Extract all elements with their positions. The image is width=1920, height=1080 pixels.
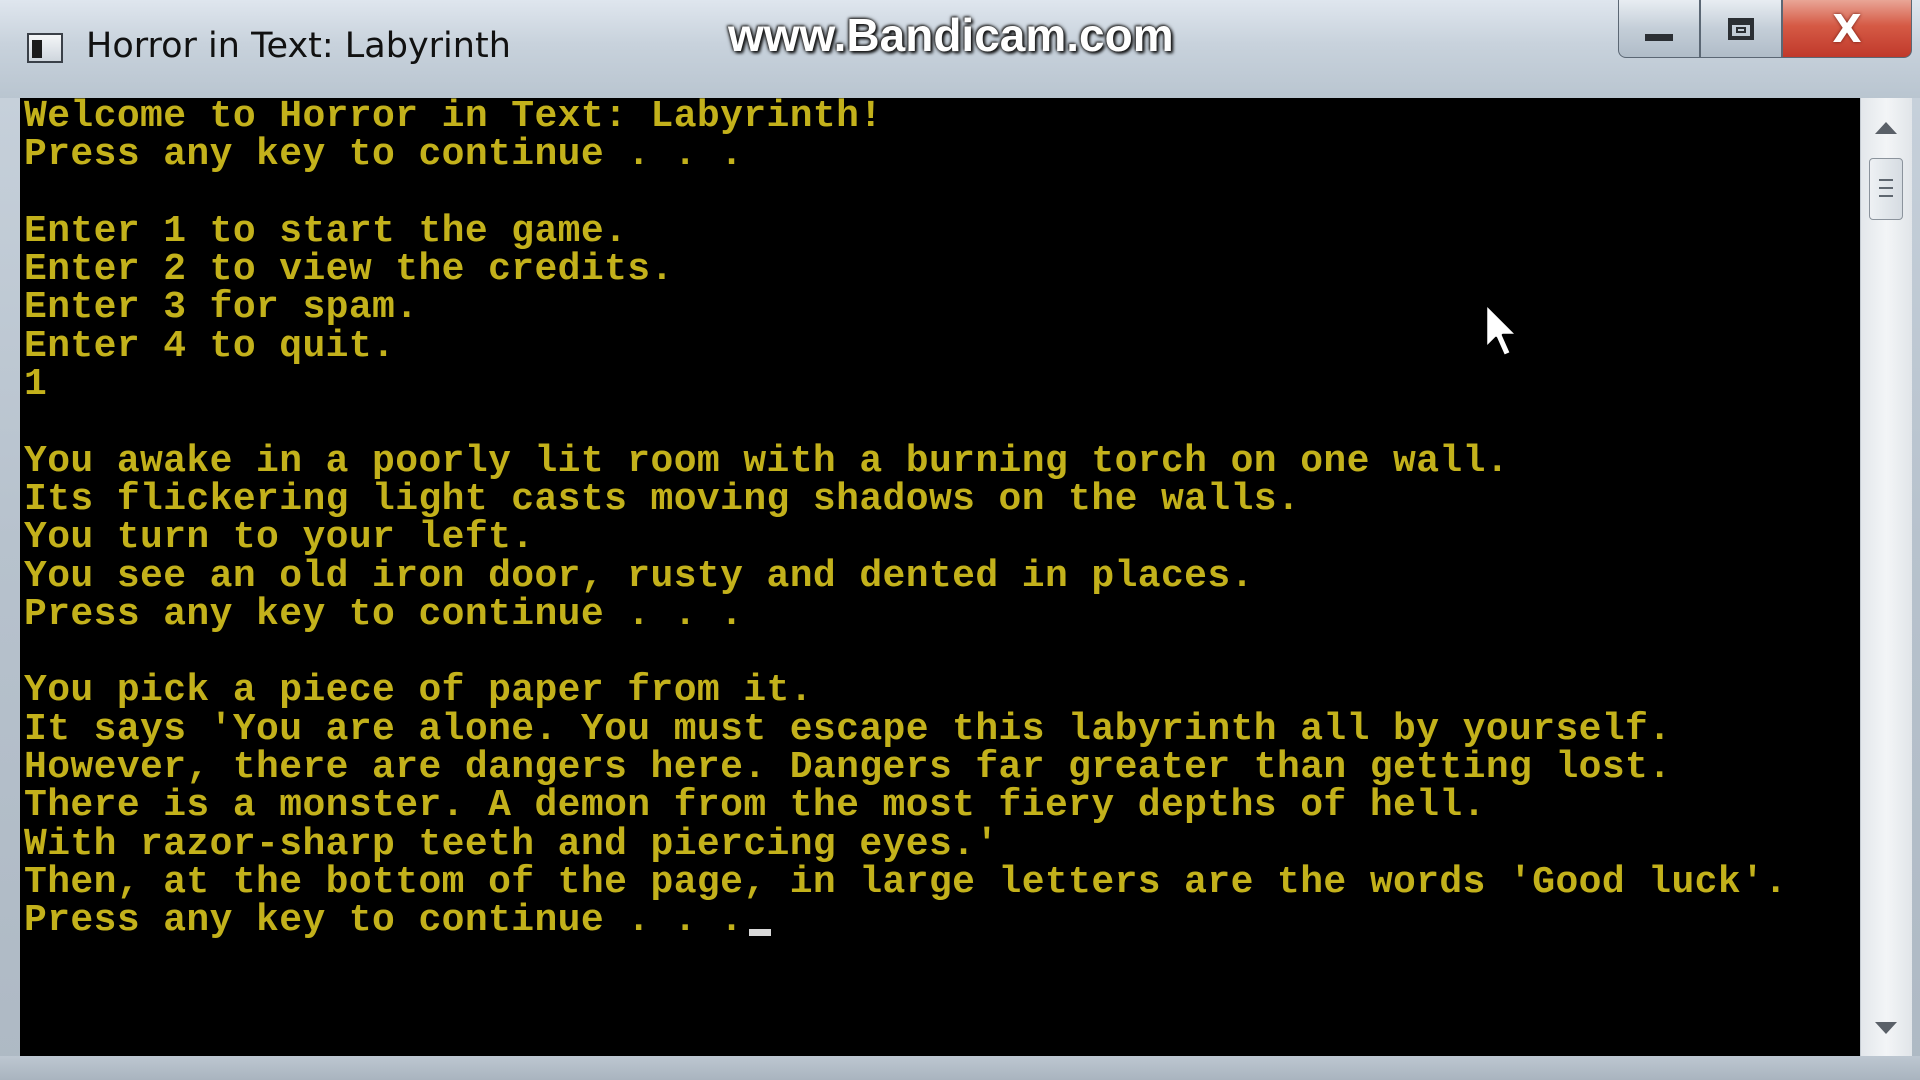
minimize-button[interactable] bbox=[1618, 0, 1700, 58]
console-line: It says 'You are alone. You must escape … bbox=[24, 707, 1672, 751]
title-bar[interactable]: Horror in Text: Labyrinth www.Bandicam.c… bbox=[0, 0, 1920, 98]
text-cursor bbox=[749, 929, 772, 937]
grip-line bbox=[1879, 195, 1893, 197]
minimize-icon bbox=[1645, 34, 1673, 41]
console-line: Press any key to continue . . . bbox=[24, 592, 744, 636]
grip-line bbox=[1879, 187, 1893, 189]
console-text-area: Welcome to Horror in Text: Labyrinth! Pr… bbox=[24, 98, 1787, 941]
console-line: You pick a piece of paper from it. bbox=[24, 669, 813, 713]
console-line: 1 bbox=[24, 363, 48, 407]
window-title: Horror in Text: Labyrinth bbox=[86, 26, 511, 66]
console-app-icon[interactable] bbox=[27, 33, 63, 63]
console-line: Enter 1 to start the game. bbox=[24, 209, 628, 253]
console-line: You turn to your left. bbox=[24, 516, 535, 560]
recording-watermark: www.Bandicam.com bbox=[728, 9, 1174, 61]
console-line: Then, at the bottom of the page, in larg… bbox=[24, 860, 1788, 904]
console-line: With razor-sharp teeth and piercing eyes… bbox=[24, 822, 999, 866]
console-line: You awake in a poorly lit room with a bu… bbox=[24, 439, 1510, 483]
console-line: Its flickering light casts moving shadow… bbox=[24, 477, 1301, 521]
grip-line bbox=[1879, 179, 1893, 181]
console-line-last: Press any key to continue . . . bbox=[24, 902, 1787, 940]
maximize-button[interactable] bbox=[1700, 0, 1782, 58]
window-controls: X bbox=[1618, 0, 1912, 60]
mouse-pointer-icon bbox=[1484, 302, 1519, 358]
console-line: You see an old iron door, rusty and dent… bbox=[24, 554, 1254, 598]
arrow-down-icon[interactable] bbox=[1875, 1022, 1897, 1034]
vertical-scrollbar[interactable] bbox=[1860, 98, 1912, 1056]
console-line: Enter 2 to view the credits. bbox=[24, 248, 674, 292]
console-line: Press any key to continue . . . bbox=[24, 133, 744, 177]
console-window: Horror in Text: Labyrinth www.Bandicam.c… bbox=[0, 0, 1920, 1080]
close-button[interactable]: X bbox=[1782, 0, 1912, 58]
arrow-up-icon[interactable] bbox=[1875, 122, 1897, 134]
console-line: However, there are dangers here. Dangers… bbox=[24, 746, 1672, 790]
console-prompt-text: Press any key to continue . . . bbox=[24, 899, 744, 943]
close-icon: X bbox=[1832, 6, 1862, 51]
console-output[interactable]: Welcome to Horror in Text: Labyrinth! Pr… bbox=[20, 98, 1860, 1056]
window-bottom-border bbox=[0, 1056, 1920, 1080]
console-line: There is a monster. A demon from the mos… bbox=[24, 784, 1486, 828]
maximize-icon bbox=[1728, 17, 1754, 40]
scroll-thumb[interactable] bbox=[1869, 158, 1903, 220]
console-line: Welcome to Horror in Text: Labyrinth! bbox=[24, 98, 883, 138]
